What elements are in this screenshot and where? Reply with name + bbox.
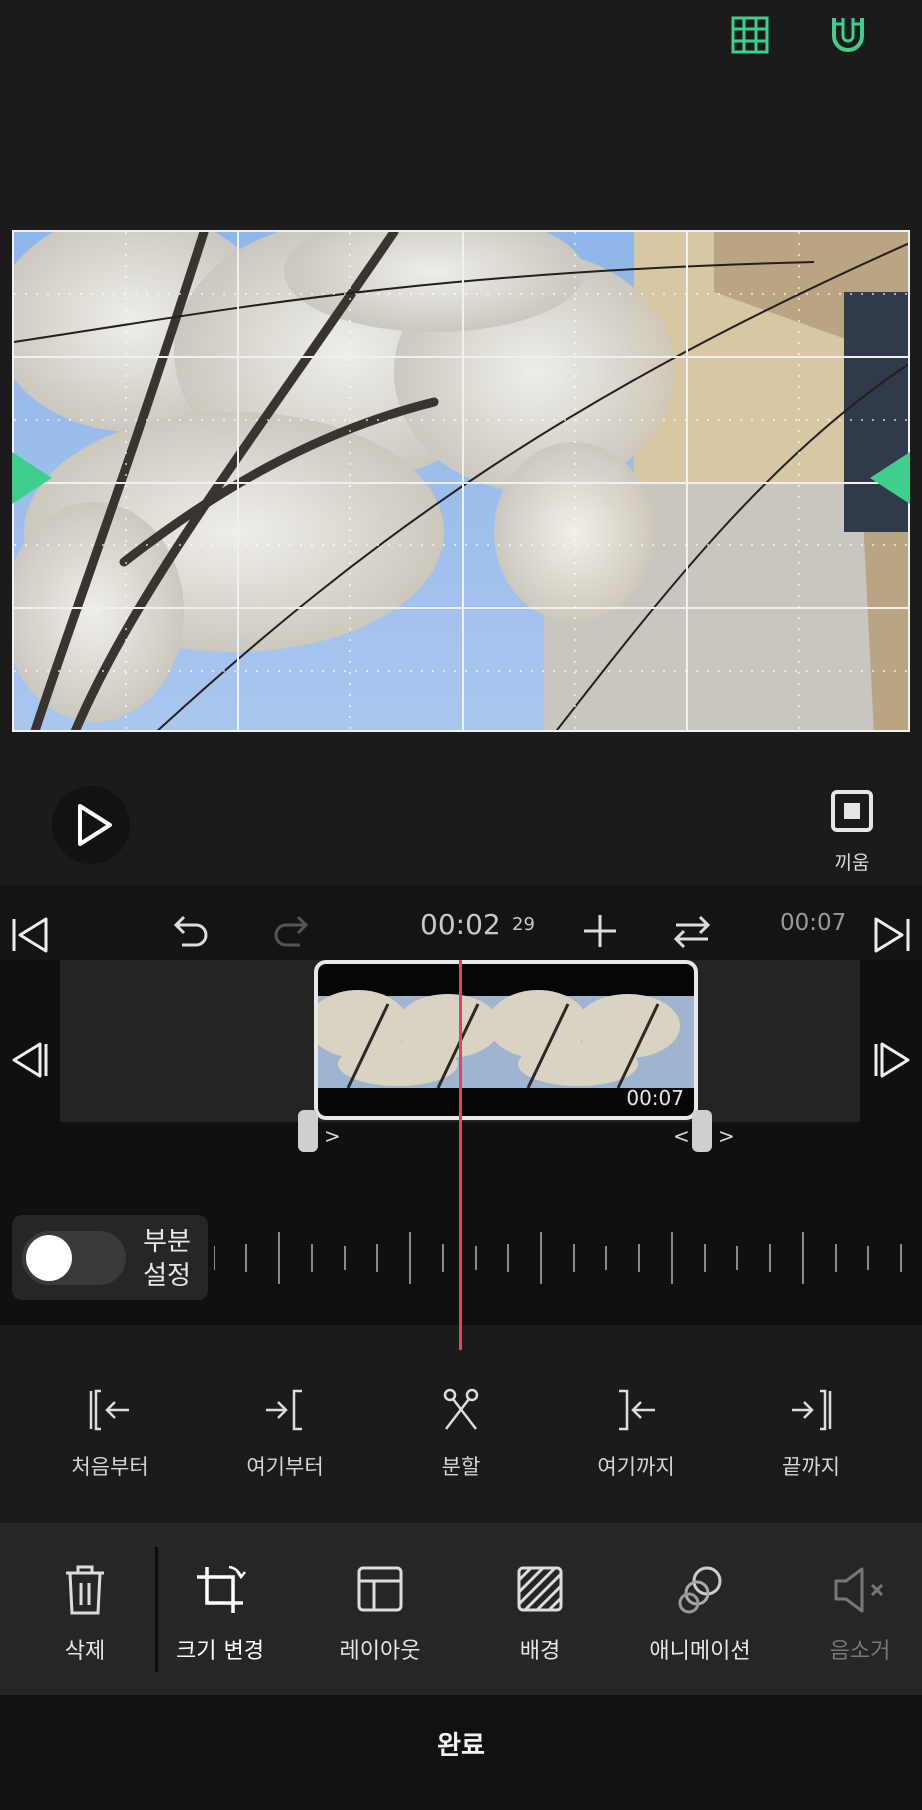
grid-icon[interactable]	[730, 15, 770, 55]
split-scissors-icon	[443, 1388, 479, 1430]
background-pattern-icon	[517, 1566, 563, 1612]
clip-duration: 00:07	[626, 1086, 684, 1110]
next-frame-icon[interactable]	[872, 1040, 912, 1080]
video-clip[interactable]: 00:07	[314, 960, 698, 1120]
playhead[interactable]	[459, 960, 462, 1350]
mute-icon	[834, 1567, 884, 1613]
right-chevron-icon: >	[324, 1124, 341, 1148]
magnet-icon[interactable]	[828, 14, 868, 56]
trim-handle-left[interactable]	[298, 1110, 318, 1152]
trash-icon	[66, 1565, 104, 1615]
partial-label: 부분 설정	[132, 1225, 202, 1293]
edit-label: 처음부터	[71, 1455, 149, 1479]
edit-label: 분할	[441, 1455, 481, 1479]
prev-frame-icon[interactable]	[10, 1040, 50, 1080]
partial-label-line2: 설정	[143, 1261, 191, 1291]
delete-button[interactable]: 삭제	[10, 1563, 160, 1665]
swap-icon[interactable]	[672, 911, 712, 951]
fit-label: 끼움	[834, 852, 870, 874]
trim-from-start-button[interactable]: 처음부터	[40, 1385, 180, 1485]
done-button[interactable]: 완료	[411, 1725, 511, 1762]
current-timecode: 00:02	[420, 908, 501, 941]
fit-button[interactable]: 끼움	[820, 788, 884, 874]
animation-button[interactable]: 애니메이션	[625, 1563, 775, 1665]
partial-toggle[interactable]	[22, 1231, 126, 1285]
edit-label: 여기부터	[246, 1455, 324, 1479]
trim-from-here-icon	[266, 1389, 302, 1431]
trim-end-icon	[792, 1389, 832, 1431]
mute-button[interactable]: 음소거	[785, 1563, 922, 1665]
split-button[interactable]: 분할	[391, 1385, 531, 1485]
current-frame: 29	[512, 914, 535, 935]
edit-label: 끝까지	[782, 1455, 840, 1479]
resize-button[interactable]: 크기 변경	[145, 1563, 295, 1665]
bottom-menu: 삭제 크기 변경 레이아웃 배경 애니메이션 음소거	[0, 1523, 922, 1695]
trim-to-here-button[interactable]: 여기까지	[566, 1385, 706, 1485]
partial-setting: 부분 설정	[12, 1215, 208, 1300]
layout-button[interactable]: 레이아웃	[305, 1563, 455, 1665]
undo-icon[interactable]	[170, 911, 210, 951]
crop-handle-left[interactable]	[12, 452, 52, 504]
layout-icon	[357, 1566, 403, 1612]
left-chevron-icon: <	[673, 1124, 690, 1148]
menu-label: 음소거	[829, 1639, 891, 1664]
top-toolbar	[0, 0, 922, 70]
animation-icon	[678, 1566, 722, 1614]
fit-icon	[831, 790, 873, 832]
trim-start-icon	[89, 1389, 129, 1431]
partial-label-line1: 부분	[143, 1227, 191, 1257]
toggle-knob	[26, 1235, 72, 1281]
crop-rotate-icon	[197, 1565, 246, 1613]
video-preview[interactable]	[12, 230, 910, 732]
total-duration: 00:07	[780, 910, 847, 936]
trim-to-here-icon	[619, 1389, 655, 1431]
timeline-ruler[interactable]	[214, 1228, 914, 1288]
right-chevron-icon-2: >	[718, 1124, 735, 1148]
menu-label: 애니메이션	[649, 1639, 751, 1664]
menu-label: 레이아웃	[339, 1639, 421, 1664]
trim-handle-right[interactable]	[692, 1110, 712, 1152]
preview-image	[14, 232, 908, 730]
edit-label: 여기까지	[597, 1455, 675, 1479]
crop-handle-right[interactable]	[870, 452, 910, 504]
background-button[interactable]: 배경	[465, 1563, 615, 1665]
menu-label: 크기 변경	[176, 1639, 264, 1664]
jump-end-icon[interactable]	[872, 915, 912, 955]
edit-actions: 처음부터 여기부터 분할 여기까지 끝까지	[0, 1385, 922, 1495]
trim-from-here-button[interactable]: 여기부터	[215, 1385, 355, 1485]
menu-label: 배경	[519, 1639, 561, 1664]
add-icon[interactable]	[580, 911, 620, 951]
redo-icon[interactable]	[272, 911, 312, 951]
jump-start-icon[interactable]	[10, 915, 50, 955]
menu-label: 삭제	[64, 1639, 106, 1664]
play-icon	[78, 804, 112, 846]
trim-to-end-button[interactable]: 끝까지	[741, 1385, 881, 1485]
done-bar: 완료	[0, 1695, 922, 1810]
play-button[interactable]	[52, 786, 130, 864]
